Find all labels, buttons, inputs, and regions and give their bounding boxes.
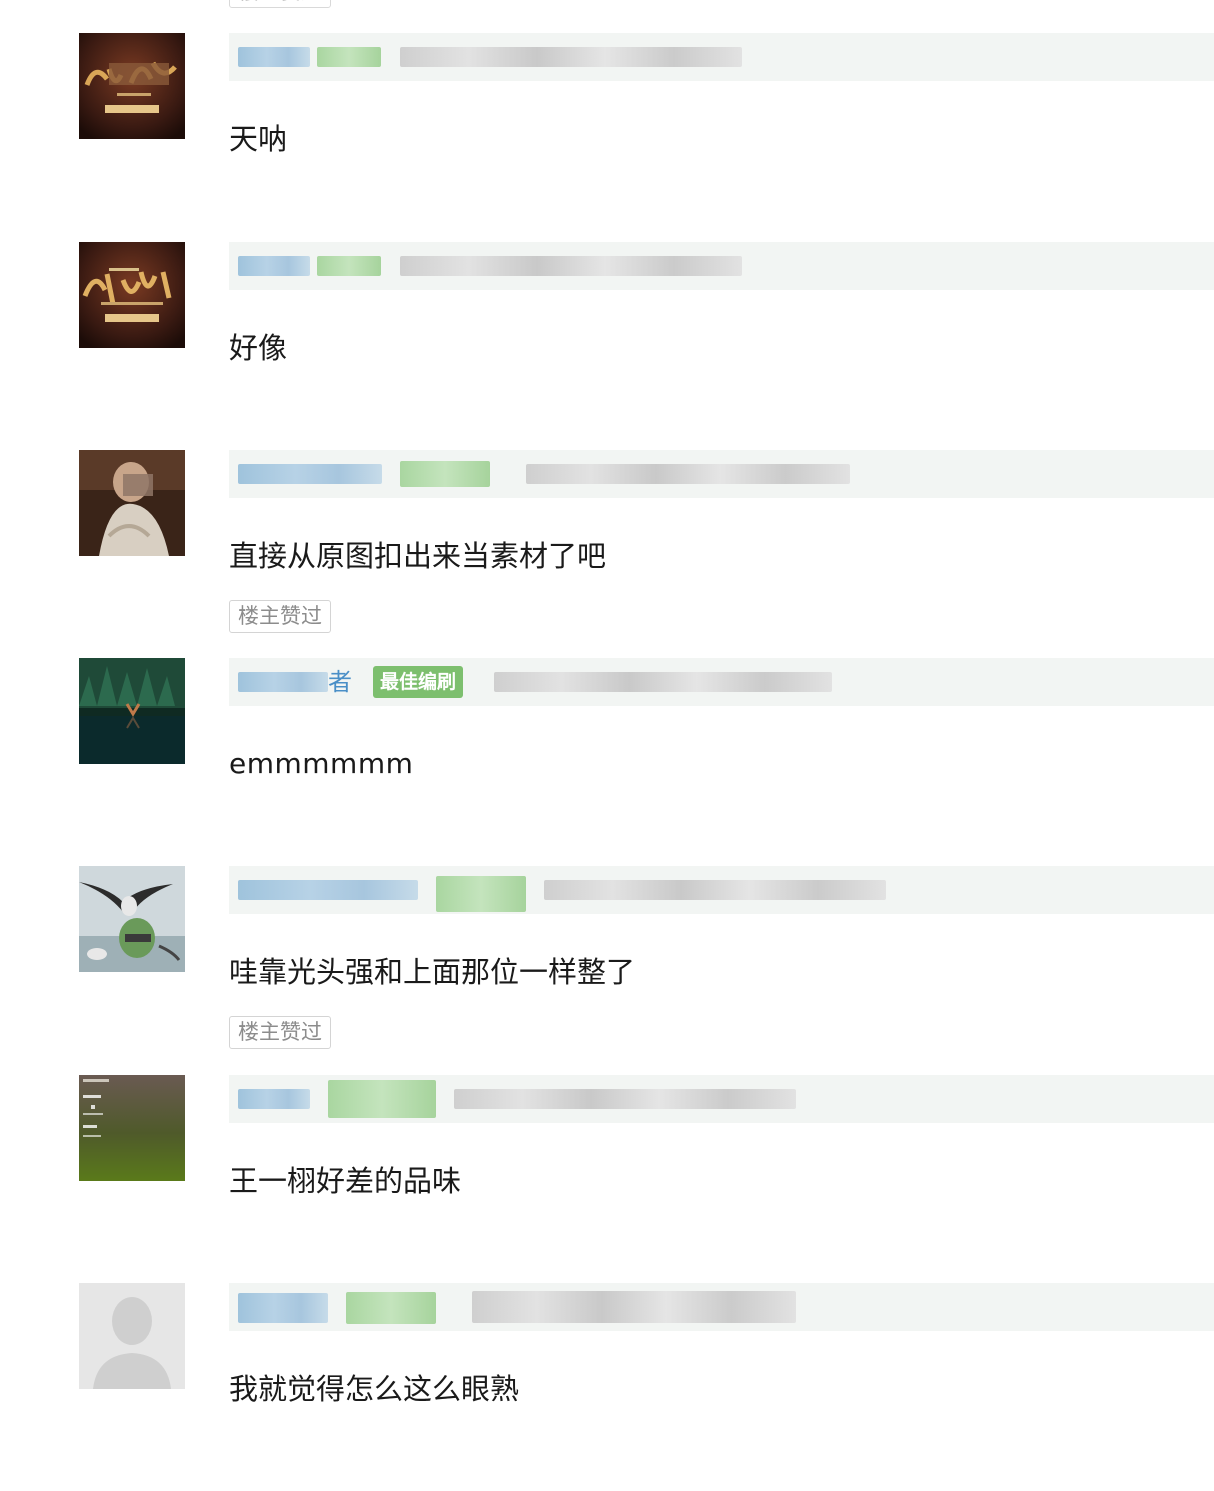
screen-avatar[interactable] xyxy=(79,1075,185,1181)
username[interactable] xyxy=(238,256,310,276)
comment-item: 直接从原图扣出来当素材了吧 楼主赞过 xyxy=(0,450,1214,658)
user-tag xyxy=(436,876,526,912)
user-tag xyxy=(400,461,490,487)
comment-meta xyxy=(229,1075,1214,1123)
poster-avatar[interactable] xyxy=(79,33,185,139)
comment-info xyxy=(400,47,742,67)
bird-avatar[interactable] xyxy=(79,866,185,972)
poster-avatar[interactable] xyxy=(79,242,185,348)
liked-by-op-badge: 楼主赞过 xyxy=(229,600,331,633)
comment-item: 王一栩好差的品味 xyxy=(0,1075,1214,1283)
username[interactable] xyxy=(238,1089,310,1109)
default-person-avatar[interactable] xyxy=(79,1283,185,1389)
comment-info xyxy=(544,880,886,900)
comment-info xyxy=(400,256,742,276)
comment-meta xyxy=(229,33,1214,81)
username[interactable] xyxy=(238,1293,328,1323)
username[interactable] xyxy=(238,47,310,67)
username[interactable] xyxy=(238,880,418,900)
comment-meta xyxy=(229,450,1214,498)
comment-item: 天呐 xyxy=(0,33,1214,241)
comment-item: 好像 xyxy=(0,242,1214,450)
user-tag xyxy=(346,1292,436,1324)
comment-meta xyxy=(229,866,1214,914)
comment-meta: 者 最佳编刷 xyxy=(229,658,1214,706)
comment-item: 者 最佳编刷 emmmmmm xyxy=(0,658,1214,866)
comment-info xyxy=(454,1089,796,1109)
liked-by-op-badge: 楼主赞过 xyxy=(229,1016,331,1049)
user-tag xyxy=(317,256,381,276)
comment-text: emmmmmm xyxy=(229,747,414,780)
comment-info xyxy=(494,672,832,692)
comment-item: 我就觉得怎么这么眼熟 xyxy=(0,1283,1214,1491)
comment-info xyxy=(472,1291,796,1323)
best-editor-badge: 最佳编刷 xyxy=(373,666,464,698)
liked-by-op-badge: 楼主赞过 xyxy=(229,0,331,8)
comment-text: 直接从原图扣出来当素材了吧 xyxy=(229,539,607,573)
user-tag xyxy=(317,47,381,67)
comment-text: 我就觉得怎么这么眼熟 xyxy=(229,1372,520,1406)
comment-info xyxy=(526,464,850,484)
comment-meta xyxy=(229,242,1214,290)
comment-item: 哇靠光头强和上面那位一样整了 楼主赞过 xyxy=(0,866,1214,1074)
username-suffix[interactable]: 者 xyxy=(328,666,352,698)
forest-avatar[interactable] xyxy=(79,658,185,764)
comment-text: 好像 xyxy=(229,331,288,365)
comment-text: 哇靠光头强和上面那位一样整了 xyxy=(229,955,636,989)
username[interactable] xyxy=(238,464,382,484)
user-tag xyxy=(328,1080,436,1118)
comment-text: 王一栩好差的品味 xyxy=(229,1164,462,1198)
comment-text: 天呐 xyxy=(229,122,288,156)
portrait-avatar[interactable] xyxy=(79,450,185,556)
username[interactable] xyxy=(238,672,328,692)
comment-meta xyxy=(229,1283,1214,1331)
